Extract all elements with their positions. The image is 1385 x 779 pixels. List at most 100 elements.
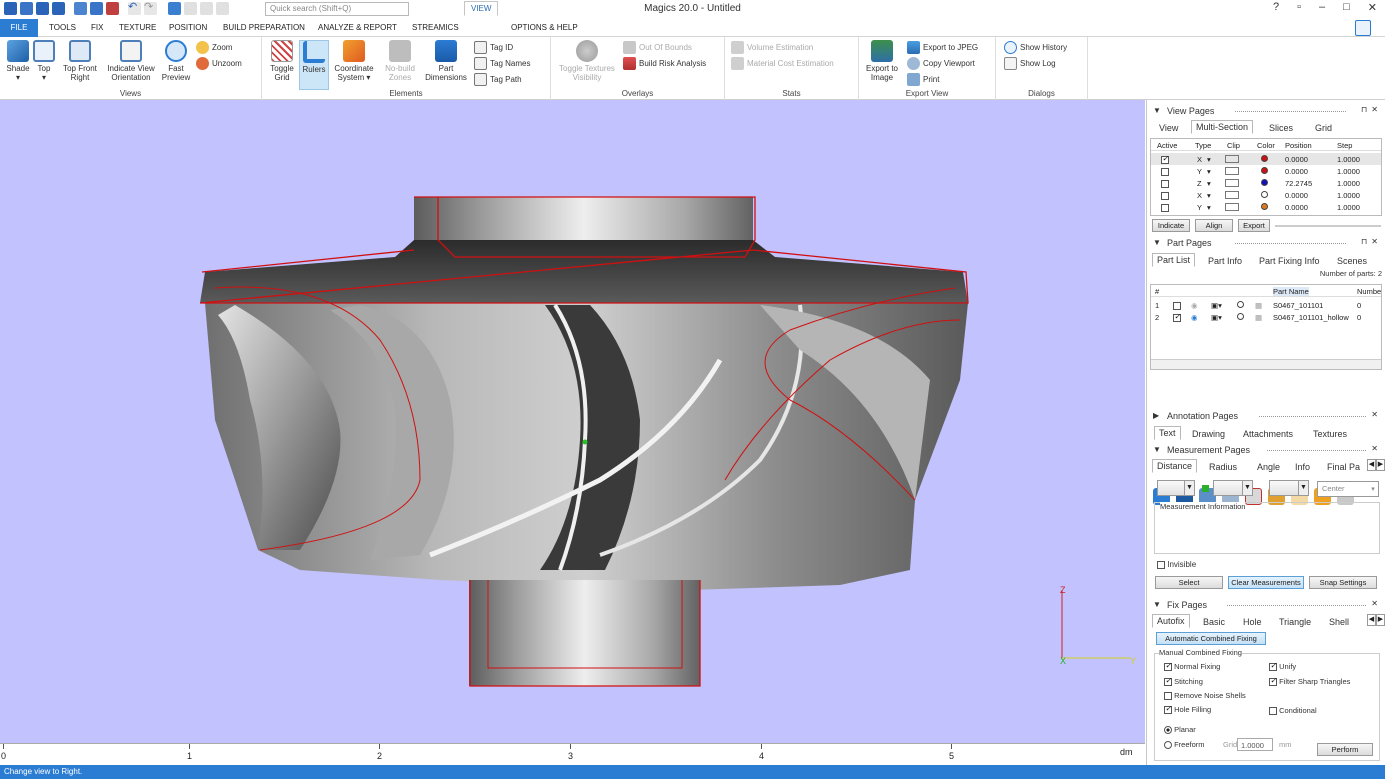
indicate-view-orientation-button[interactable]: Indicate View Orientation: [104, 40, 158, 82]
snap-dropdown[interactable]: Center ▾: [1317, 481, 1379, 497]
part-color-icon[interactable]: [1237, 313, 1244, 320]
invisible-checkbox[interactable]: Invisible: [1157, 560, 1196, 569]
show-log-button[interactable]: Show Log: [1004, 57, 1056, 70]
mesh-icon[interactable]: ▦: [1255, 313, 1262, 322]
part-dimensions-button[interactable]: Part Dimensions: [424, 40, 468, 82]
select-button[interactable]: Select: [1155, 576, 1223, 589]
collapse-icon[interactable]: ▼: [1153, 238, 1161, 247]
clip-icon[interactable]: [1225, 179, 1239, 187]
color-swatch[interactable]: [1261, 203, 1268, 210]
save-as-icon[interactable]: [52, 2, 65, 15]
mesh-icon[interactable]: ▦: [1255, 301, 1262, 310]
delete-icon[interactable]: [106, 2, 119, 15]
tab-scroll-right[interactable]: ▶: [1376, 459, 1385, 471]
ribbon-settings-icon[interactable]: [1355, 20, 1371, 36]
collapse-icon[interactable]: ▼: [1153, 106, 1161, 115]
measurement-pages-header[interactable]: ▼ Measurement Pages ✕: [1147, 443, 1385, 457]
tab-radius[interactable]: Radius: [1209, 462, 1237, 472]
measure-point-dropdown-2[interactable]: ▼: [1213, 480, 1253, 496]
measure-tool-dropdown[interactable]: ▼: [1269, 480, 1309, 496]
export-to-jpeg-button[interactable]: Export to JPEG: [907, 41, 978, 54]
part-color-icon[interactable]: [1237, 301, 1244, 308]
search-icon[interactable]: [216, 2, 229, 15]
active-checkbox[interactable]: [1161, 154, 1169, 165]
freeform-radio[interactable]: Freeform: [1164, 740, 1205, 750]
active-checkbox[interactable]: [1161, 168, 1169, 177]
tab-streamics[interactable]: STREAMICS: [412, 23, 459, 32]
tab-grid[interactable]: Grid: [1315, 123, 1332, 133]
maximize-icon[interactable]: □: [1343, 1, 1350, 14]
tab-part-list[interactable]: Part List: [1152, 253, 1196, 267]
section-row[interactable]: Y ▾ 0.0000 1.0000: [1151, 165, 1381, 177]
fix-pages-header[interactable]: ▼ Fix Pages ✕: [1147, 598, 1385, 612]
pin-close-icons[interactable]: ⊓✕: [1361, 105, 1382, 114]
tab-file[interactable]: FILE: [0, 19, 38, 37]
help-icon[interactable]: ?: [1273, 1, 1279, 14]
tab-position[interactable]: POSITION: [169, 23, 207, 32]
align-button[interactable]: Align: [1195, 219, 1233, 232]
tab-view[interactable]: VIEW: [464, 1, 499, 16]
import-icon[interactable]: [74, 2, 87, 15]
close-icon[interactable]: ✕: [1371, 599, 1382, 608]
view-pages-header[interactable]: ▼ View Pages ⊓✕: [1147, 104, 1385, 118]
tab-basic[interactable]: Basic: [1203, 617, 1225, 627]
shade-button[interactable]: Shade ▾: [4, 40, 32, 82]
part-row[interactable]: 2 ◉ ▣▾ ▦ S0467_101101_hollow 0: [1151, 311, 1381, 323]
pin-close-icons[interactable]: ⊓✕: [1361, 237, 1382, 246]
color-swatch[interactable]: [1261, 155, 1268, 162]
restore-icon[interactable]: ▫: [1297, 1, 1301, 14]
tab-scroll-right[interactable]: ▶: [1376, 614, 1385, 626]
part-pages-header[interactable]: ▼ Part Pages ⊓✕: [1147, 236, 1385, 250]
show-history-button[interactable]: Show History: [1004, 41, 1067, 54]
color-swatch[interactable]: [1261, 179, 1268, 186]
section-slider[interactable]: [1275, 225, 1381, 227]
part-checkbox[interactable]: [1173, 312, 1181, 323]
collapse-icon[interactable]: ▼: [1153, 600, 1161, 609]
export-to-image-button[interactable]: Export to Image: [863, 40, 901, 82]
active-checkbox[interactable]: [1161, 192, 1169, 201]
quick-search-input[interactable]: Quick search (Shift+Q): [265, 2, 409, 16]
collapse-icon[interactable]: ▼: [1153, 445, 1161, 454]
active-checkbox[interactable]: [1161, 180, 1169, 189]
planar-radio[interactable]: Planar: [1164, 725, 1196, 735]
out-of-bounds-button[interactable]: Out Of Bounds: [623, 41, 692, 54]
tab-drawing[interactable]: Drawing: [1192, 429, 1225, 439]
fast-preview-button[interactable]: Fast Preview: [160, 40, 192, 82]
tab-info[interactable]: Info: [1295, 462, 1310, 472]
tab-view-page[interactable]: View: [1159, 123, 1178, 133]
tab-final-pa[interactable]: Final Pa: [1327, 462, 1360, 472]
section-row[interactable]: X ▾ 0.0000 1.0000: [1151, 153, 1381, 165]
close-icon[interactable]: ✕: [1371, 410, 1382, 419]
annotation-pages-header[interactable]: ▶ Annotation Pages ✕: [1147, 409, 1385, 423]
zoom-tool-icon[interactable]: [184, 2, 197, 15]
normal-fixing-option[interactable]: Normal Fixing: [1164, 661, 1220, 672]
stitching-option[interactable]: Stitching: [1164, 676, 1203, 687]
zoom-button[interactable]: Zoom: [196, 41, 232, 54]
grid-value-input[interactable]: 1.0000: [1237, 738, 1273, 751]
close-icon[interactable]: ✕: [1371, 444, 1382, 453]
unify-option[interactable]: Unify: [1269, 661, 1296, 672]
automatic-combined-fixing-button[interactable]: Automatic Combined Fixing: [1156, 632, 1266, 645]
measure-point-dropdown[interactable]: ▼: [1157, 480, 1195, 496]
part-checkbox[interactable]: [1173, 302, 1181, 311]
copy-viewport-button[interactable]: Copy Viewport: [907, 57, 975, 70]
conditional-option[interactable]: Conditional: [1269, 706, 1317, 716]
3d-viewport[interactable]: Z X Y: [0, 100, 1145, 743]
tab-attachments[interactable]: Attachments: [1243, 429, 1293, 439]
expand-icon[interactable]: ▶: [1153, 411, 1159, 420]
filter-sharp-triangles-option[interactable]: Filter Sharp Triangles: [1269, 676, 1350, 687]
top-front-right-button[interactable]: Top Front Right: [58, 40, 102, 82]
clip-icon[interactable]: [1225, 155, 1239, 163]
tab-text[interactable]: Text: [1154, 426, 1181, 440]
horizontal-scrollbar[interactable]: [1151, 359, 1381, 369]
coordinate-system-button[interactable]: Coordinate System ▾: [332, 40, 376, 82]
no-build-zones-button[interactable]: No-build Zones: [380, 40, 420, 82]
tab-options-help[interactable]: OPTIONS & HELP: [511, 23, 578, 32]
pan-icon[interactable]: [200, 2, 213, 15]
tab-part-info[interactable]: Part Info: [1208, 256, 1242, 266]
undo-icon[interactable]: ↶: [128, 2, 141, 15]
tab-analyze-report[interactable]: ANALYZE & REPORT: [318, 23, 397, 32]
tab-fix[interactable]: FIX: [91, 23, 103, 32]
tab-multi-section[interactable]: Multi-Section: [1191, 120, 1254, 134]
snap-settings-button[interactable]: Snap Settings: [1309, 576, 1377, 589]
